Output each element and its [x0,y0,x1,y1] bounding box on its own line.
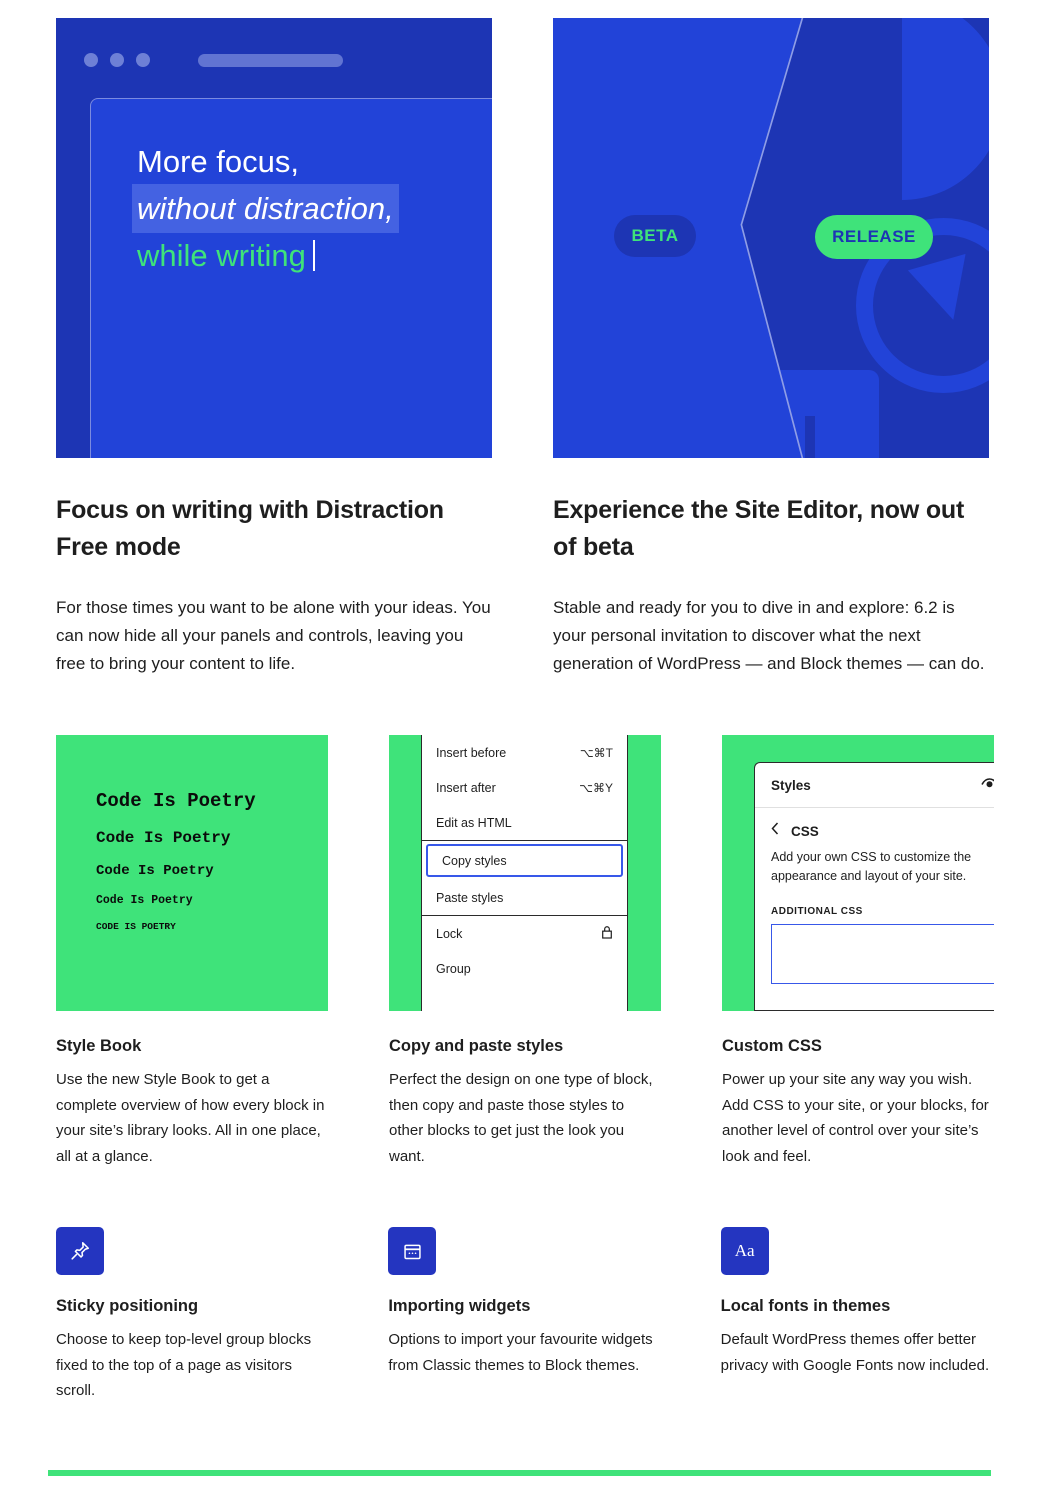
card-title: Copy and paste styles [389,1037,564,1055]
site-editor-mockup: BETA RELEASE [553,18,989,458]
card-title: Custom CSS [722,1037,822,1055]
window-dot-maximize-icon [136,53,150,67]
feature-card-distraction-free: More focus, without distraction, while w… [56,18,492,678]
card-body: Perfect the design on one type of block,… [389,1071,653,1165]
styles-panel-header: Styles [755,763,994,808]
menu-item-label: Copy styles [442,853,507,868]
styles-sidebar: Styles CSS Add your own CSS to customize… [754,762,994,1011]
menu-item-label: Insert before [436,745,507,760]
breadcrumb-label: CSS [791,823,819,839]
feature-body: Stable and ready for you to dive in and … [553,598,985,673]
badge-beta: BETA [614,215,696,257]
poetry-line: Code Is Poetry [96,790,256,812]
menu-item-paste-styles[interactable]: Paste styles [422,880,627,915]
eye-icon[interactable] [981,776,994,794]
card-style-book: Code Is Poetry Code Is Poetry Code Is Po… [56,735,328,1169]
menu-item-insert-after[interactable]: Insert after ⌥⌘Y [422,770,627,805]
typography-icon-label: Aa [734,1241,755,1260]
small-item-body: Options to import your favourite widgets… [388,1331,653,1374]
styles-panel-breadcrumb: CSS [755,808,994,840]
quote-line-1: More focus, [137,144,299,179]
small-item-body: Choose to keep top-level group blocks fi… [56,1331,312,1399]
window-traffic-lights [84,53,150,67]
menu-item-label: Lock [436,926,463,941]
small-item-importing-widgets: Importing widgets Options to import your… [388,1227,659,1404]
window-dot-minimize-icon [110,53,124,67]
feature-title: Focus on writing with Distraction Free m… [56,496,444,561]
block-context-menu[interactable]: Insert before ⌥⌘T Insert after ⌥⌘Y Edit … [421,735,628,1011]
poetry-sample-list: Code Is Poetry Code Is Poetry Code Is Po… [96,790,256,932]
menu-item-insert-before[interactable]: Insert before ⌥⌘T [422,735,627,770]
styles-panel-title: Styles [771,777,811,793]
menu-item-group[interactable]: Group [422,951,627,986]
typography-icon: Aa [720,1227,769,1275]
address-bar [198,54,343,67]
decorative-half-circle [902,18,989,200]
feature-card-site-editor: BETA RELEASE Experience the Site Editor,… [553,18,989,678]
section-divider [48,1470,991,1476]
feature-body: For those times you want to be alone wit… [56,598,491,673]
menu-item-copy-styles[interactable]: Copy styles [426,844,623,877]
card-body: Power up your site any way you wish. Add… [722,1071,989,1165]
page-content: More focus, without distraction, while w… [0,0,1048,1404]
menu-item-lock[interactable]: Lock [422,916,627,951]
menu-separator [422,840,627,841]
pin-icon [56,1227,104,1275]
menu-item-label: Edit as HTML [436,815,512,830]
card-copy-paste-styles: Insert before ⌥⌘T Insert after ⌥⌘Y Edit … [389,735,661,1169]
quote-line-3-text: while writing [137,238,306,273]
quote-line-3: while writing [137,233,467,278]
calendar-icon [388,1227,437,1275]
styles-panel-mockup: Styles CSS Add your own CSS to customize… [722,735,994,1011]
quote-line-2: without distraction, [132,184,399,233]
editor-window-mockup: More focus, without distraction, while w… [56,18,492,458]
card-custom-css: Styles CSS Add your own CSS to customize… [722,735,994,1169]
small-items-row: Sticky positioning Choose to keep top-le… [56,1227,992,1404]
menu-item-label: Insert after [436,780,496,795]
menu-item-shortcut: ⌥⌘T [579,745,613,760]
window-dot-close-icon [84,53,98,67]
decorative-rectangle-gap [805,416,815,458]
feature-title: Experience the Site Editor, now out of b… [553,496,965,561]
text-caret-icon [312,240,315,271]
chevron-left-icon[interactable] [771,822,779,840]
poetry-line: Code Is Poetry [96,863,214,879]
poetry-line: CODE IS POETRY [96,921,176,932]
style-book-mockup: Code Is Poetry Code Is Poetry Code Is Po… [56,735,328,1011]
small-item-local-fonts: Aa Local fonts in themes Default WordPre… [720,1227,992,1404]
small-item-sticky-positioning: Sticky positioning Choose to keep top-le… [56,1227,327,1404]
editor-quote-text: More focus, without distraction, while w… [132,139,467,278]
poetry-line: Code Is Poetry [96,894,193,907]
badge-release: RELEASE [815,215,933,259]
small-item-title: Sticky positioning [56,1297,199,1315]
menu-item-label: Paste styles [436,890,504,905]
feature-row: More focus, without distraction, while w… [56,18,992,678]
card-body: Use the new Style Book to get a complete… [56,1071,325,1165]
additional-css-textarea[interactable] [771,924,994,984]
small-item-title: Importing widgets [388,1297,531,1315]
menu-item-shortcut: ⌥⌘Y [579,780,613,795]
block-context-menu-mockup: Insert before ⌥⌘T Insert after ⌥⌘Y Edit … [389,735,661,1011]
additional-css-label: ADDITIONAL CSS [771,906,863,917]
poetry-line: Code Is Poetry [96,829,231,847]
small-item-body: Default WordPress themes offer better pr… [720,1331,990,1374]
styles-panel-description: Add your own CSS to customize the appear… [771,850,972,883]
card-title: Style Book [56,1037,142,1055]
menu-item-label: Group [436,961,471,976]
lock-icon [601,925,613,942]
small-item-title: Local fonts in themes [720,1297,891,1315]
editor-canvas: More focus, without distraction, while w… [90,98,492,458]
menu-item-edit-as-html[interactable]: Edit as HTML [422,805,627,840]
cards-row: Code Is Poetry Code Is Poetry Code Is Po… [56,735,994,1169]
